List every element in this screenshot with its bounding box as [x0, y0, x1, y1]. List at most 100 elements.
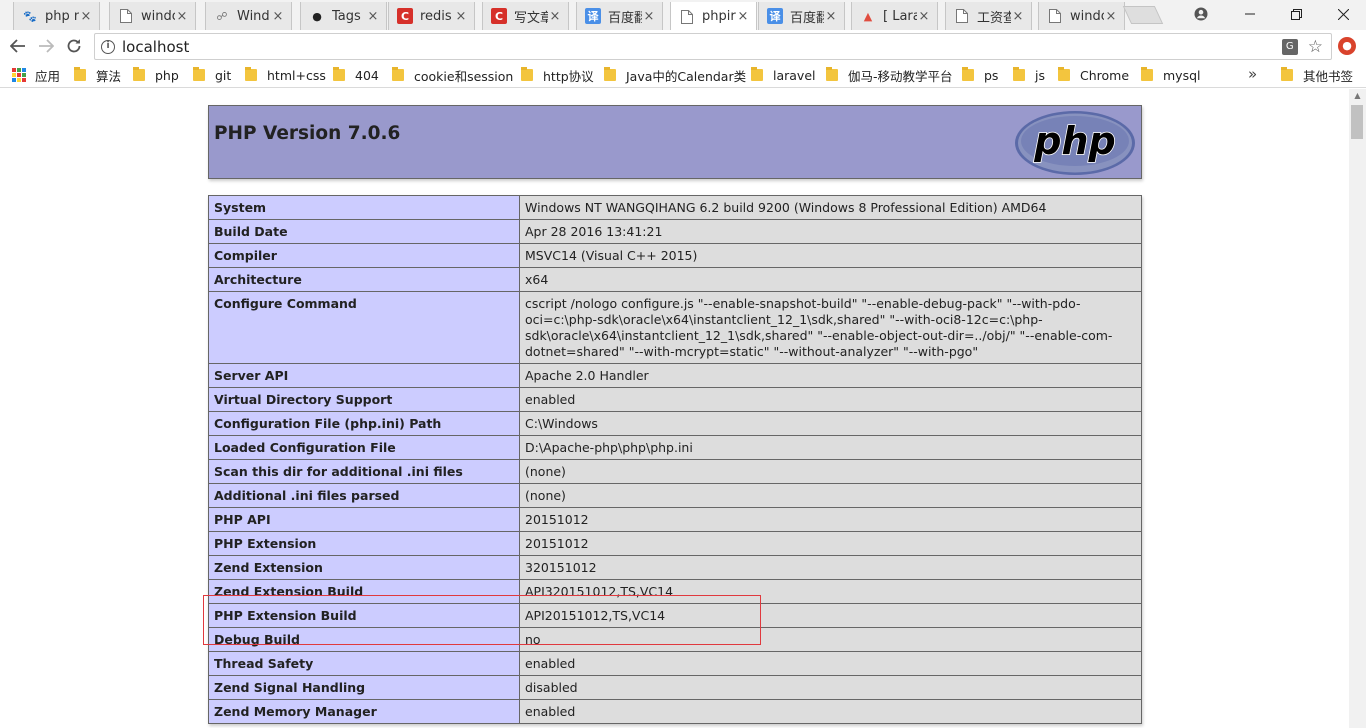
bookmark-label: 应用 [35, 68, 61, 84]
bookmark-folder[interactable]: 算法 [74, 66, 121, 84]
row-key: Loaded Configuration File [208, 435, 520, 460]
browser-tab[interactable]: ☍ Wind × [205, 2, 292, 30]
bookmark-folder[interactable]: mysql [1141, 66, 1201, 84]
browser-tab[interactable]: 译百度翻× [758, 2, 845, 30]
browser-tab[interactable]: windo× [1038, 2, 1125, 30]
bookmark-label: ps [984, 67, 999, 83]
browser-tab[interactable]: phpir × [670, 2, 757, 31]
tab-title: redis [420, 8, 452, 24]
close-tab-icon[interactable]: × [917, 9, 931, 24]
tab-title: [ Lara [883, 8, 917, 24]
table-row: Configure Command cscript /nologo configu… [208, 291, 1142, 364]
bookmark-folder[interactable]: laravel [751, 66, 816, 84]
bookmark-label: laravel [773, 67, 816, 83]
close-tab-icon[interactable]: × [1104, 9, 1118, 24]
folder-icon [751, 67, 763, 81]
bookmark-apps[interactable]: 应用 [12, 66, 60, 84]
folder-icon [392, 67, 404, 81]
bookmark-label: Chrome [1080, 67, 1130, 83]
row-key: Scan this dir for additional .ini files [208, 459, 520, 484]
close-tab-icon[interactable]: × [271, 9, 285, 24]
row-value: (none) [519, 483, 1142, 508]
row-value: Apache 2.0 Handler [519, 363, 1142, 388]
new-tab-button[interactable] [1122, 6, 1164, 24]
bookmark-label: 算法 [96, 68, 122, 84]
back-button[interactable] [6, 35, 30, 57]
row-value: (none) [519, 459, 1142, 484]
close-tab-icon[interactable]: × [454, 9, 468, 24]
tab-title: windo [1070, 8, 1104, 24]
table-row: Build Date Apr 28 2016 13:41:21 [208, 219, 1142, 244]
bookmark-label: 伽马-移动教学平台 [848, 68, 953, 84]
browser-tab[interactable]: windo× [109, 2, 196, 30]
close-tab-icon[interactable]: × [1011, 9, 1025, 24]
tab-title: windo [141, 8, 175, 24]
restore-icon[interactable] [1273, 0, 1319, 28]
bookmark-folder[interactable]: 伽马-移动教学平台 [826, 66, 953, 84]
browser-tab[interactable]: 工资查× [945, 2, 1032, 30]
browser-tab[interactable]: ▲ [ Lara × [851, 2, 938, 30]
minimize-icon[interactable] [1227, 0, 1273, 28]
bookmark-star-icon[interactable]: ☆ [1308, 37, 1323, 57]
browser-tab[interactable]: 🐾 php n × [13, 2, 100, 30]
tab-title: phpir [702, 9, 736, 24]
extension-icon[interactable]: ● [1338, 37, 1356, 55]
bookmark-folder[interactable]: cookie和session [392, 66, 513, 84]
close-tab-icon[interactable]: × [642, 9, 656, 24]
laravel-icon: ▲ [863, 9, 873, 23]
close-tab-icon[interactable]: × [548, 9, 562, 24]
bookmark-folder[interactable]: 其他书签 [1281, 66, 1353, 84]
bookmark-folder[interactable]: Chrome [1058, 66, 1129, 84]
bookmark-label: Java中的Calendar类 [626, 68, 747, 84]
php-logo-icon[interactable]: php [1014, 110, 1136, 176]
address-bar[interactable]: i localhost G ☆ [94, 33, 1332, 60]
browser-tab[interactable]: Credis × [388, 2, 475, 30]
browser-tab[interactable]: C 写文章× [482, 2, 569, 30]
bookmarks-overflow-button[interactable]: » [1248, 65, 1257, 83]
tab-title: Wind [237, 8, 270, 24]
bookmarks-bar: 应用 算法 php git html+css 404 cookie和session http协… [0, 62, 1366, 88]
tab-title: php n [45, 8, 79, 24]
bookmark-label: 其他书签 [1303, 68, 1354, 84]
translate-icon[interactable]: G [1281, 38, 1298, 55]
browser-tab[interactable]: ● Tags × [300, 2, 387, 30]
tab-title: 百度翻 [790, 10, 824, 26]
table-row: Zend Memory Manager enabled [208, 699, 1142, 724]
browser-tab[interactable]: 译百度翻× [576, 2, 663, 30]
doc-icon [954, 8, 970, 24]
highlight-annotation [203, 595, 761, 645]
bookmark-folder[interactable]: js [1013, 66, 1045, 84]
row-key: Build Date [208, 219, 520, 244]
forward-button[interactable] [34, 35, 58, 57]
row-value: enabled [519, 699, 1142, 724]
bookmark-folder[interactable]: php [133, 66, 179, 84]
close-tab-icon[interactable]: × [366, 9, 380, 24]
bookmark-folder[interactable]: git [193, 66, 231, 84]
row-key: Zend Extension [208, 555, 520, 580]
bookmark-folder[interactable]: 404 [333, 66, 379, 84]
reload-button[interactable] [62, 35, 86, 57]
scroll-up-arrow-icon[interactable]: ▲ [1349, 89, 1366, 103]
close-tab-icon[interactable]: × [736, 9, 750, 24]
scrollbar-thumb[interactable] [1351, 105, 1363, 139]
bookmark-folder[interactable]: http协议 [521, 66, 594, 84]
close-window-icon[interactable] [1320, 0, 1366, 28]
close-tab-icon[interactable]: × [824, 9, 838, 24]
folder-icon [521, 67, 533, 81]
vertical-scrollbar[interactable]: ▲ [1349, 89, 1366, 728]
bookmark-label: js [1035, 67, 1045, 83]
info-icon[interactable]: i [101, 39, 115, 54]
row-value: enabled [519, 387, 1142, 412]
table-row: Compiler MSVC14 (Visual C++ 2015) [208, 243, 1142, 268]
folder-icon [74, 67, 86, 81]
bookmark-folder[interactable]: html+css [245, 66, 326, 84]
bookmark-folder[interactable]: ps [962, 66, 998, 84]
profile-icon[interactable] [1178, 0, 1224, 28]
baidu-translate-icon: 译 [585, 8, 601, 24]
folder-icon [1013, 67, 1025, 81]
close-tab-icon[interactable]: × [79, 9, 93, 24]
address-url[interactable]: localhost [122, 38, 1282, 56]
close-tab-icon[interactable]: × [175, 9, 189, 24]
tab-title: 百度翻 [608, 10, 642, 26]
bookmark-folder[interactable]: Java中的Calendar类 [604, 66, 746, 84]
